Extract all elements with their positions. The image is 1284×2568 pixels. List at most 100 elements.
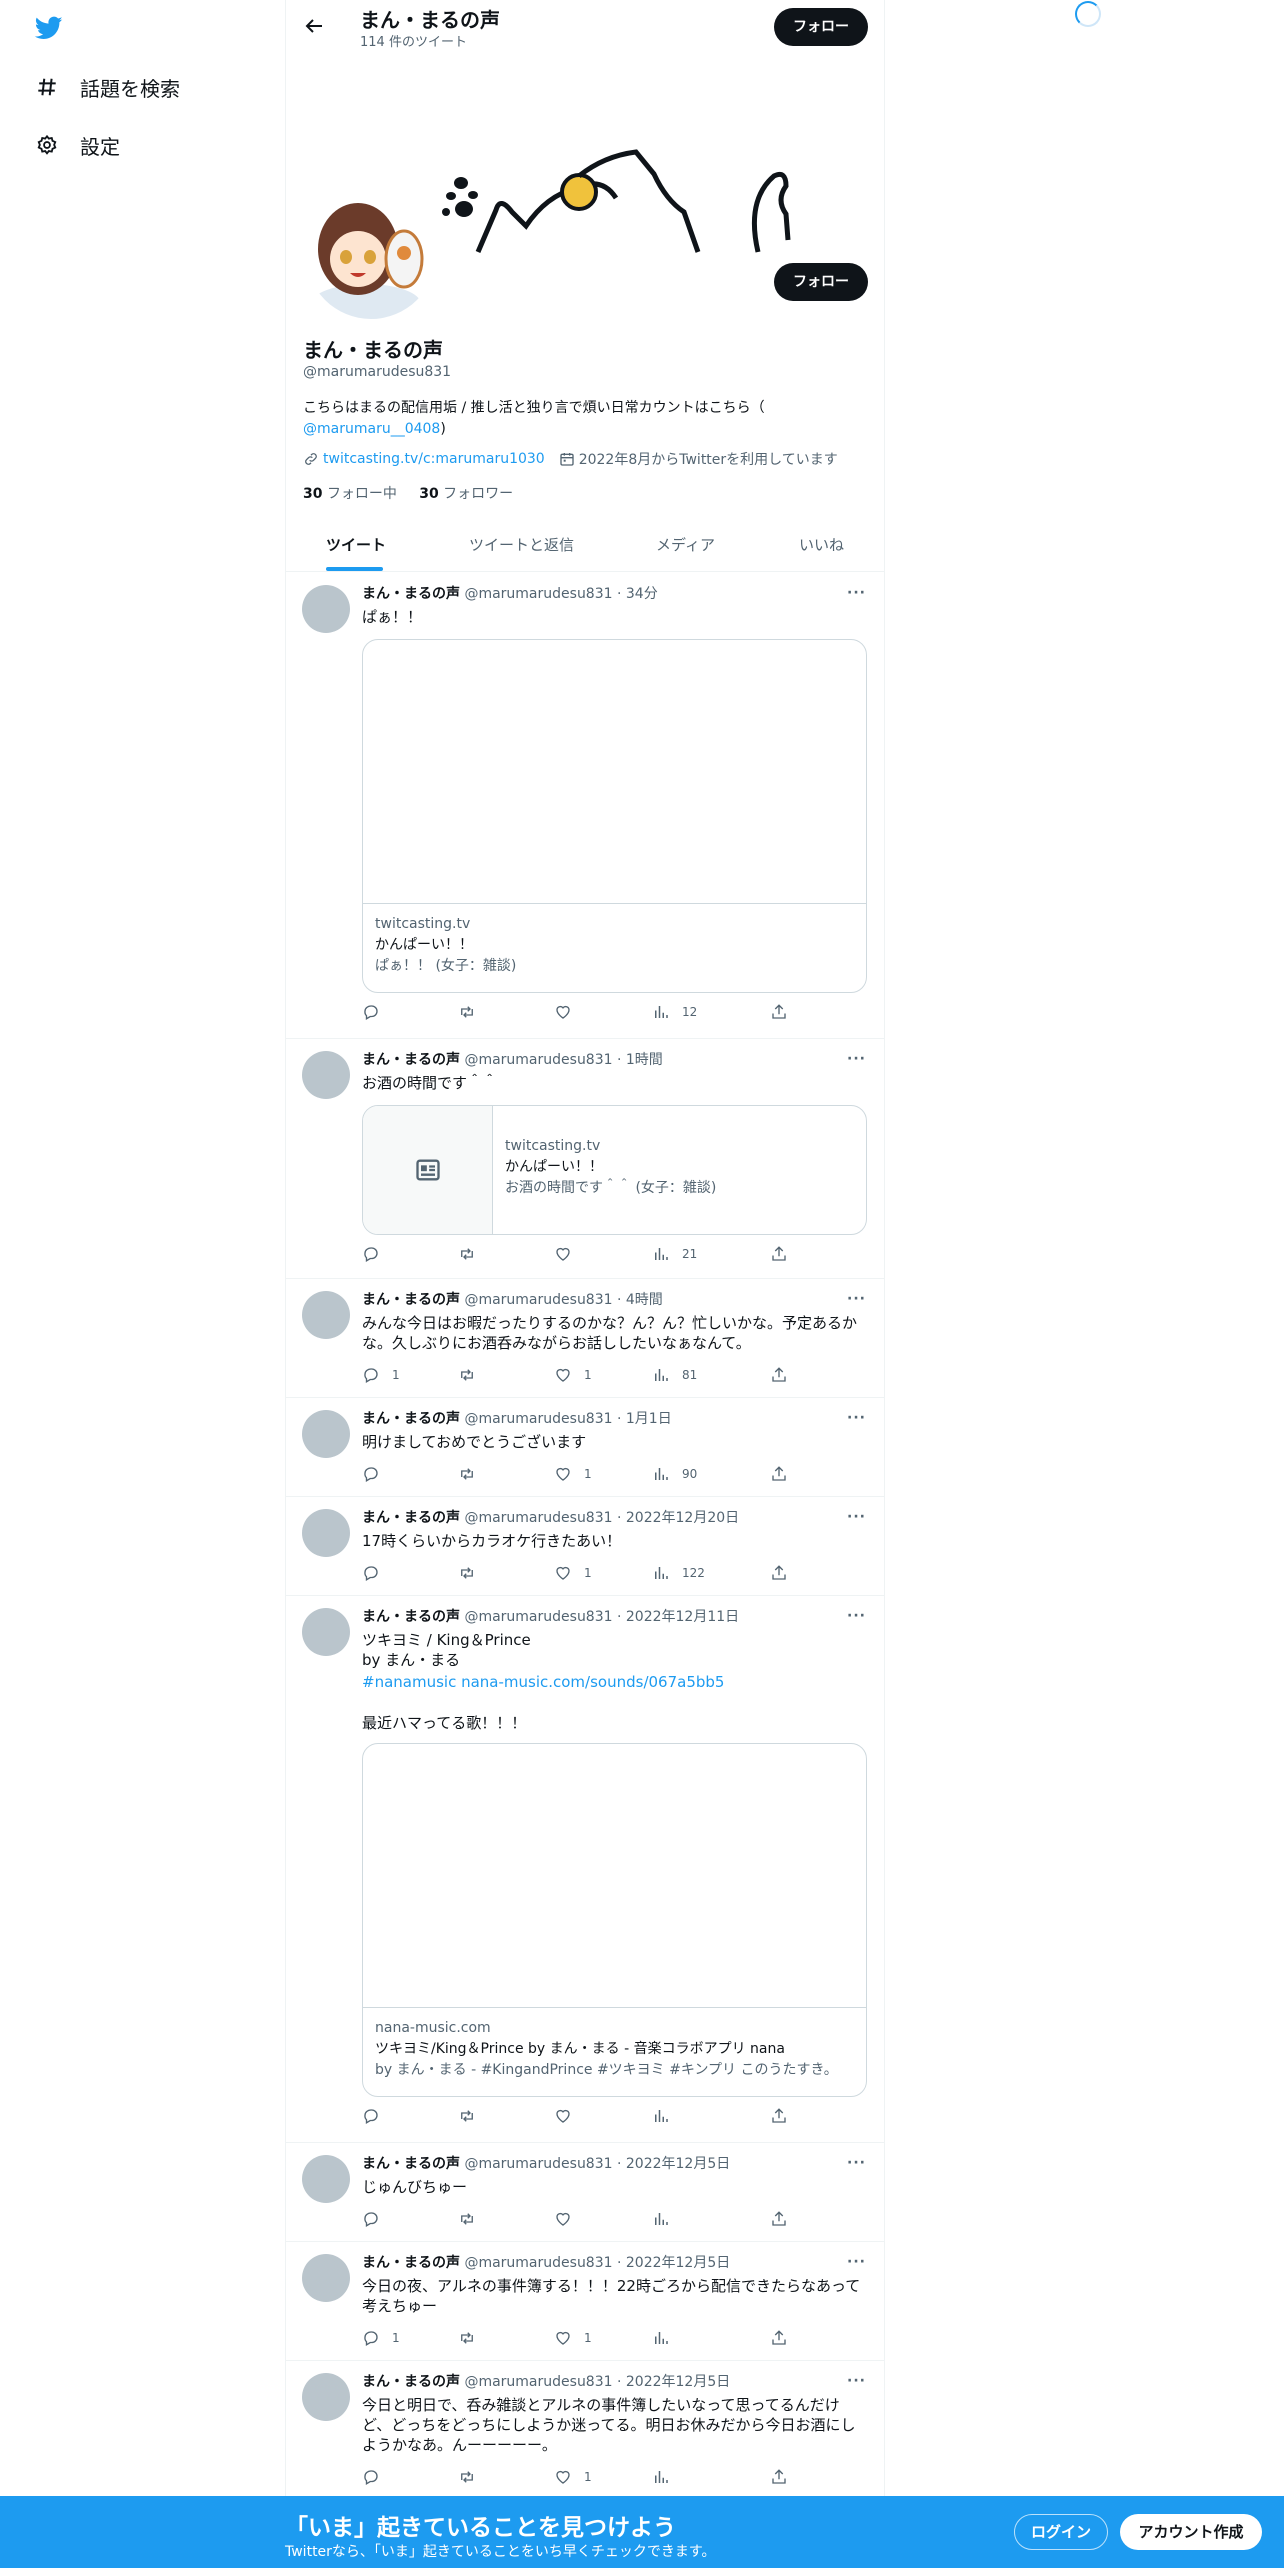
more-icon[interactable]: ··· xyxy=(847,585,866,601)
tweet-author-name[interactable]: まん・まるの声 xyxy=(362,1609,460,1625)
tweet-handle-time[interactable]: @marumarudesu831 · 34分 xyxy=(464,586,657,602)
tweet-author-name[interactable]: まん・まるの声 xyxy=(362,1411,460,1427)
following-link[interactable]: 30 フォロー中 xyxy=(303,486,397,502)
more-icon[interactable]: ··· xyxy=(847,2155,866,2171)
tweet[interactable]: まん・まるの声 @marumarudesu831 · 34分 ··· ぱぁ！！ twi… xyxy=(286,573,884,1039)
like-button[interactable]: 1 xyxy=(554,1366,592,1384)
retweet-button[interactable] xyxy=(458,1366,488,1384)
retweet-button[interactable] xyxy=(458,1245,488,1263)
tweet[interactable]: まん・まるの声 @marumarudesu831 · 4時間 ··· みんな今日はお… xyxy=(286,1279,884,1398)
tweet-avatar[interactable] xyxy=(302,1608,350,1656)
tweet-handle-time[interactable]: @marumarudesu831 · 2022年12月20日 xyxy=(464,1510,739,1526)
reply-button[interactable] xyxy=(362,1465,392,1483)
like-button[interactable] xyxy=(554,1245,584,1263)
twitter-bird-icon[interactable] xyxy=(33,14,65,42)
tweet-author-name[interactable]: まん・まるの声 xyxy=(362,1052,460,1068)
nav-settings[interactable]: 設定 xyxy=(36,129,120,161)
link-card[interactable]: nana-music.com ツキヨミ/King＆Prince by まん・まる … xyxy=(362,1743,867,2097)
tweet[interactable]: まん・まるの声 @marumarudesu831 · 2022年12月5日 ···… xyxy=(286,2143,884,2242)
tweet-avatar[interactable] xyxy=(302,585,350,633)
views-button[interactable]: 21 xyxy=(652,1245,697,1263)
tweet-handle-time[interactable]: @marumarudesu831 · 2022年12月5日 xyxy=(464,2156,730,2172)
tweet-hashtag-link[interactable]: #nanamusic nana-music.com/sounds/067a5bb… xyxy=(362,1673,724,1691)
views-button[interactable]: 122 xyxy=(652,1564,705,1582)
more-icon[interactable]: ··· xyxy=(847,1509,866,1525)
tab-tweets-replies[interactable]: ツイートと返信 xyxy=(469,519,574,572)
profile-avatar[interactable] xyxy=(302,185,440,323)
share-button[interactable] xyxy=(770,1564,800,1582)
share-button[interactable] xyxy=(770,2468,800,2486)
tweet-avatar[interactable] xyxy=(302,2373,350,2421)
bio-mention-link[interactable]: @marumaru__0408 xyxy=(303,421,440,437)
views-button[interactable]: 81 xyxy=(652,1366,697,1384)
link-card[interactable]: twitcasting.tv かんぱーい！！ ぱぁ！！ (女子：雑談) xyxy=(362,639,867,993)
like-button[interactable]: 1 xyxy=(554,2329,592,2347)
reply-button[interactable]: 1 xyxy=(362,2329,400,2347)
profile-url-link[interactable]: twitcasting.tv/c:marumaru1030 xyxy=(323,451,545,467)
reply-button[interactable] xyxy=(362,1003,392,1021)
tweet-handle-time[interactable]: @marumarudesu831 · 1月1日 xyxy=(464,1411,671,1427)
tweet-avatar[interactable] xyxy=(302,1051,350,1099)
reply-button[interactable] xyxy=(362,2210,392,2228)
views-button[interactable]: 90 xyxy=(652,1465,697,1483)
views-button[interactable] xyxy=(652,2329,682,2347)
tweet[interactable]: まん・まるの声 @marumarudesu831 · 1時間 ··· お酒の時間です… xyxy=(286,1039,884,1279)
like-button[interactable]: 1 xyxy=(554,2468,592,2486)
tweet[interactable]: まん・まるの声 @marumarudesu831 · 2022年12月5日 ···… xyxy=(286,2242,884,2361)
retweet-button[interactable] xyxy=(458,2210,488,2228)
share-button[interactable] xyxy=(770,1245,800,1263)
like-button[interactable] xyxy=(554,1003,584,1021)
tweet-avatar[interactable] xyxy=(302,1410,350,1458)
retweet-button[interactable] xyxy=(458,1564,488,1582)
tab-likes[interactable]: いいね xyxy=(799,519,844,572)
more-icon[interactable]: ··· xyxy=(847,2254,866,2270)
like-button[interactable] xyxy=(554,2210,584,2228)
tweet-avatar[interactable] xyxy=(302,1291,350,1339)
views-button[interactable] xyxy=(652,2468,682,2486)
tweet-avatar[interactable] xyxy=(302,2155,350,2203)
profile-follow-button[interactable]: フォロー xyxy=(774,263,868,301)
retweet-button[interactable] xyxy=(458,2329,488,2347)
share-button[interactable] xyxy=(770,1465,800,1483)
share-button[interactable] xyxy=(770,1366,800,1384)
login-button[interactable]: ログイン xyxy=(1014,2514,1108,2550)
followers-link[interactable]: 30 フォロワー xyxy=(419,486,513,502)
tab-tweets[interactable]: ツイート xyxy=(326,519,386,572)
more-icon[interactable]: ··· xyxy=(847,1410,866,1426)
views-button[interactable] xyxy=(652,2107,682,2125)
more-icon[interactable]: ··· xyxy=(847,1051,866,1067)
tweet-author-name[interactable]: まん・まるの声 xyxy=(362,2255,460,2271)
tweet-author-name[interactable]: まん・まるの声 xyxy=(362,2156,460,2172)
tweet[interactable]: まん・まるの声 @marumarudesu831 · 2022年12月11日 ··… xyxy=(286,1596,884,2143)
retweet-button[interactable] xyxy=(458,2468,488,2486)
share-button[interactable] xyxy=(770,1003,800,1021)
retweet-button[interactable] xyxy=(458,1003,488,1021)
reply-button[interactable] xyxy=(362,1245,392,1263)
share-button[interactable] xyxy=(770,2107,800,2125)
reply-button[interactable] xyxy=(362,1564,392,1582)
more-icon[interactable]: ··· xyxy=(847,1291,866,1307)
tab-media[interactable]: メディア xyxy=(656,519,715,572)
tweet-author-name[interactable]: まん・まるの声 xyxy=(362,1510,460,1526)
signup-button[interactable]: アカウント作成 xyxy=(1120,2514,1262,2550)
retweet-button[interactable] xyxy=(458,2107,488,2125)
tweet-handle-time[interactable]: @marumarudesu831 · 2022年12月5日 xyxy=(464,2374,730,2390)
more-icon[interactable]: ··· xyxy=(847,1608,866,1624)
share-button[interactable] xyxy=(770,2329,800,2347)
reply-button[interactable]: 1 xyxy=(362,1366,400,1384)
header-follow-button[interactable]: フォロー xyxy=(774,8,868,46)
tweet-handle-time[interactable]: @marumarudesu831 · 2022年12月11日 xyxy=(464,1609,739,1625)
reply-button[interactable] xyxy=(362,2107,392,2125)
like-button[interactable]: 1 xyxy=(554,1465,592,1483)
tweet-author-name[interactable]: まん・まるの声 xyxy=(362,1292,460,1308)
tweet-handle-time[interactable]: @marumarudesu831 · 1時間 xyxy=(464,1052,662,1068)
tweet-avatar[interactable] xyxy=(302,1509,350,1557)
tweet[interactable]: まん・まるの声 @marumarudesu831 · 1月1日 ··· 明けましてお… xyxy=(286,1398,884,1497)
more-icon[interactable]: ··· xyxy=(847,2373,866,2389)
share-button[interactable] xyxy=(770,2210,800,2228)
tweet[interactable]: まん・まるの声 @marumarudesu831 · 2022年12月20日 ··… xyxy=(286,1497,884,1596)
tweet-handle-time[interactable]: @marumarudesu831 · 2022年12月5日 xyxy=(464,2255,730,2271)
like-button[interactable]: 1 xyxy=(554,1564,592,1582)
link-card[interactable]: twitcasting.tv かんぱーい！！ お酒の時間です＾＾ (女子：雑談) xyxy=(362,1105,867,1235)
like-button[interactable] xyxy=(554,2107,584,2125)
